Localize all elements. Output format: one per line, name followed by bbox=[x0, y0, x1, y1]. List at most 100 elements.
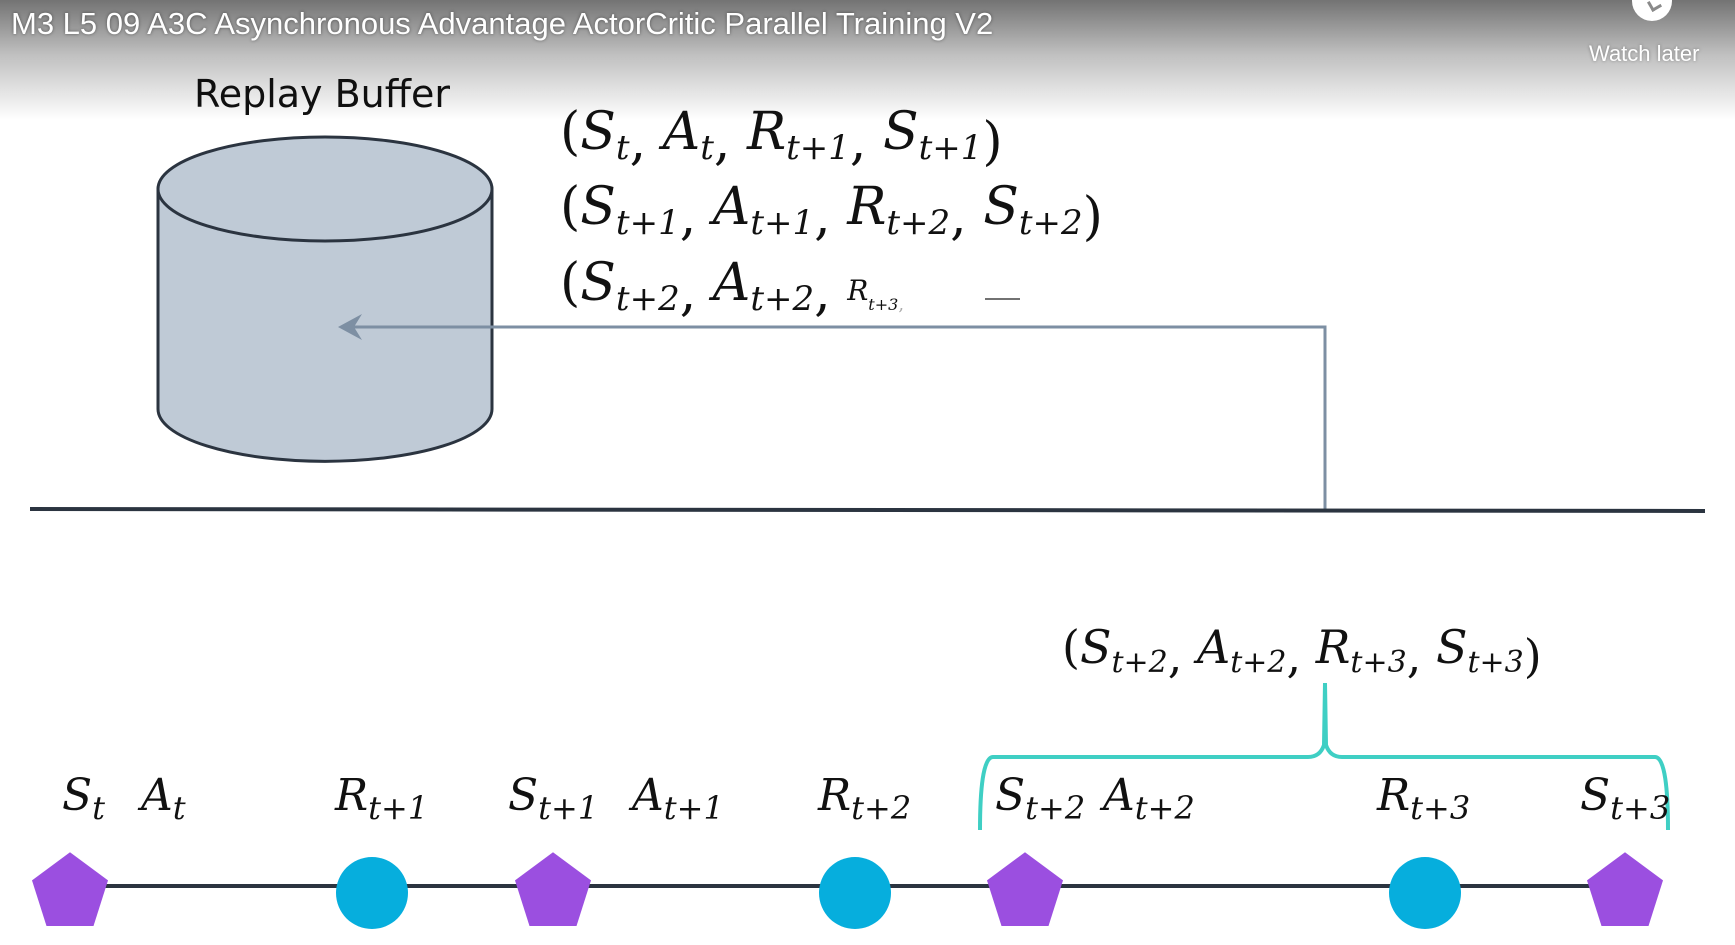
symbol: A bbox=[137, 770, 173, 821]
tuple-part: , bbox=[950, 187, 983, 247]
tuple-part: , bbox=[680, 263, 713, 323]
tuple-part: , bbox=[898, 294, 904, 315]
insert-arrow-path bbox=[350, 325, 1327, 510]
subscript: t+3 bbox=[1610, 789, 1670, 827]
tuple-part: R bbox=[746, 102, 786, 162]
tuple-part: t bbox=[700, 128, 714, 168]
tuple-part: A bbox=[1193, 620, 1230, 674]
tuple-part: t+3 bbox=[1350, 645, 1406, 680]
tuple-part: ( bbox=[560, 253, 580, 313]
state-label: St+3 bbox=[1580, 770, 1670, 827]
tuple-part: t+3 bbox=[868, 295, 898, 314]
tuple-part: t+1 bbox=[786, 128, 850, 168]
symbol: R bbox=[817, 770, 851, 821]
tuple-part: , bbox=[1407, 629, 1436, 683]
buffer-entry: (St+2, At+2, Rt+3, bbox=[560, 253, 904, 323]
tuple-part: t+1 bbox=[919, 128, 983, 168]
action-label: At+2 bbox=[1099, 770, 1195, 827]
state-node-icon bbox=[32, 852, 108, 926]
cylinder-top bbox=[156, 135, 494, 243]
tuple-part: R bbox=[846, 274, 868, 307]
replay-buffer-label: Replay Buffer bbox=[194, 72, 450, 116]
subscript: t+3 bbox=[1410, 789, 1470, 827]
subscript: t+2 bbox=[851, 789, 911, 827]
watch-later-button[interactable]: Watch later bbox=[1585, 0, 1725, 70]
buffer-entry: (St+1, At+1, Rt+2, St+2) bbox=[560, 177, 1103, 247]
slide-canvas: Replay Buffer (St, At, Rt+1, St+1) (St+1… bbox=[29, 72, 1706, 929]
timeline-nodes bbox=[32, 852, 1663, 929]
reward-label: Rt+3 bbox=[1376, 770, 1470, 827]
tuple-part: t+2 bbox=[750, 279, 814, 319]
buffer-entry: (St, At, Rt+1, St+1) bbox=[560, 102, 1003, 172]
symbol: S bbox=[62, 770, 92, 821]
tuple-part: , bbox=[630, 112, 663, 172]
state-node-icon bbox=[1587, 852, 1663, 926]
buffer-entries: (St, At, Rt+1, St+1) (St+1, At+1, Rt+2, … bbox=[560, 102, 1103, 323]
tuple-part: ) bbox=[1083, 187, 1103, 247]
watch-later-label: Watch later bbox=[1589, 41, 1700, 66]
action-label: At+1 bbox=[628, 770, 724, 827]
video-title[interactable]: M3 L5 09 A3C Asynchronous Advantage Acto… bbox=[11, 6, 993, 42]
clock-icon[interactable] bbox=[1632, 0, 1672, 21]
tuple-part: S bbox=[883, 102, 919, 162]
tuple-part: t+3 bbox=[1467, 645, 1523, 680]
subscript: t+2 bbox=[1135, 789, 1195, 827]
tuple-part: S bbox=[1080, 620, 1112, 674]
symbol: R bbox=[1376, 770, 1410, 821]
tuple-part: A bbox=[659, 102, 701, 162]
symbol: A bbox=[1099, 770, 1135, 821]
reward-node-icon bbox=[819, 857, 891, 929]
subscript: t+1 bbox=[538, 789, 598, 827]
reward-node-icon bbox=[336, 857, 408, 929]
reward-label: Rt+1 bbox=[334, 770, 428, 827]
tuple-part: ) bbox=[1524, 629, 1542, 683]
subscript: t bbox=[92, 789, 105, 827]
tuple-part: , bbox=[850, 112, 883, 172]
tuple-part: t+2 bbox=[886, 203, 950, 243]
symbol: S bbox=[508, 770, 538, 821]
subscript: t bbox=[173, 789, 186, 827]
tuple-part: , bbox=[814, 263, 847, 323]
symbol: S bbox=[1580, 770, 1610, 821]
tuple-part: t+2 bbox=[1019, 203, 1083, 243]
tuple-part: ) bbox=[982, 112, 1002, 172]
tuple-part: S bbox=[580, 102, 616, 162]
state-label: St bbox=[62, 770, 105, 827]
tuple-part: t bbox=[616, 128, 630, 168]
tuple-part: t+1 bbox=[616, 203, 680, 243]
symbol: S bbox=[995, 770, 1025, 821]
tuple-part: R bbox=[1315, 620, 1351, 674]
transition-tuple-label: (St+2, At+2, Rt+3, St+3) bbox=[1062, 620, 1542, 683]
replay-buffer-cylinder-icon bbox=[156, 135, 494, 463]
reward-node-icon bbox=[1389, 857, 1461, 929]
state-node-icon bbox=[987, 852, 1063, 926]
tuple-part: ( bbox=[560, 102, 580, 162]
tuple-part: ( bbox=[1062, 620, 1080, 674]
tuple-part: ( bbox=[560, 177, 580, 237]
tuple-part: t+2 bbox=[616, 279, 680, 319]
state-label: St+2 bbox=[995, 770, 1085, 827]
tuple-part: t+2 bbox=[1230, 645, 1286, 680]
symbol: A bbox=[628, 770, 664, 821]
tuple-part: S bbox=[580, 177, 616, 237]
tuple-part: , bbox=[1168, 629, 1197, 683]
tuple-part: A bbox=[709, 253, 751, 313]
tuple-part: t+2 bbox=[1111, 645, 1167, 680]
tuple-part: , bbox=[714, 112, 747, 172]
tuple-part: S bbox=[1436, 620, 1468, 674]
tuple-part: A bbox=[709, 177, 751, 237]
divider-line bbox=[29, 507, 1706, 513]
symbol: R bbox=[334, 770, 368, 821]
subscript: t+1 bbox=[664, 789, 724, 827]
tuple-part: , bbox=[680, 187, 713, 247]
tuple-part: , bbox=[814, 187, 847, 247]
tuple-part: R bbox=[846, 177, 886, 237]
state-label: St+1 bbox=[508, 770, 598, 827]
tuple-part: , bbox=[1287, 629, 1316, 683]
tuple-part: t+1 bbox=[750, 203, 814, 243]
action-label: At bbox=[137, 770, 186, 827]
tuple-part: S bbox=[983, 177, 1019, 237]
timeline-labels: St At Rt+1 St+1 At+1 Rt+2 St+2 At+2 Rt+3 St+3 bbox=[62, 770, 1670, 827]
subscript: t+2 bbox=[1025, 789, 1085, 827]
state-node-icon bbox=[515, 852, 591, 926]
